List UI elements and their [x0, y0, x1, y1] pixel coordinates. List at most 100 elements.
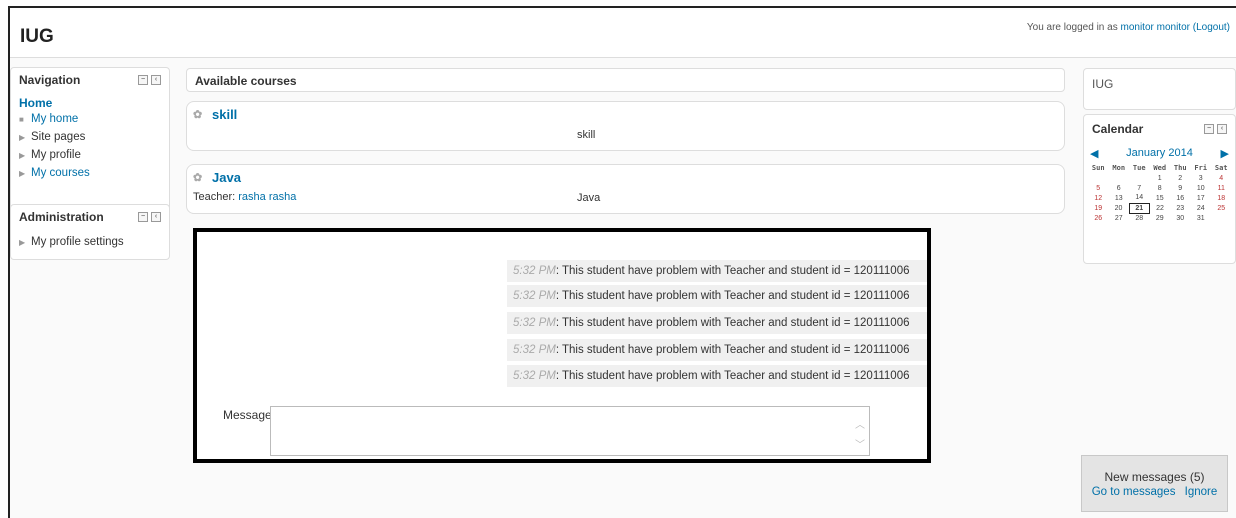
message-text: : This student have problem with Teacher…	[555, 290, 910, 302]
calendar-day[interactable]: 21	[1128, 202, 1150, 214]
new-messages-title: New messages (5)	[1104, 470, 1205, 484]
dock-icon[interactable]: ‹	[151, 75, 161, 85]
page-header: IUG You are logged in as monitor monitor…	[10, 8, 1236, 58]
chat-message: 5:32 PM : This student have problem with…	[507, 339, 927, 361]
calendar-day[interactable]: 4	[1211, 173, 1232, 183]
weekday-header: Mon	[1112, 164, 1126, 172]
login-info: You are logged in as monitor monitor (Lo…	[1027, 22, 1230, 33]
calendar-day[interactable]: 18	[1211, 193, 1232, 203]
calendar-day[interactable]: 15	[1150, 193, 1171, 203]
arrow-right-icon: ▶	[19, 132, 26, 142]
calendar-day[interactable]: 8	[1150, 183, 1171, 193]
site-block: IUG	[1083, 68, 1236, 110]
collapse-icon[interactable]: −	[138, 212, 148, 222]
calendar-day[interactable]: 9	[1170, 183, 1191, 193]
navigation-header: Navigation − ‹	[11, 68, 169, 92]
collapse-icon[interactable]: −	[1204, 124, 1214, 134]
arrow-right-icon: ▶	[19, 237, 26, 247]
arrow-right-icon: ▶	[19, 168, 26, 178]
calendar-day[interactable]: 12	[1088, 193, 1109, 203]
login-prefix: You are logged in as	[1026, 22, 1118, 33]
calendar-nav: ◀ January 2014 ▶	[1084, 147, 1235, 160]
calendar-day[interactable]: 2	[1170, 173, 1191, 183]
chat-message: 5:32 PM : This student have problem with…	[507, 365, 927, 387]
nav-item-my-profile[interactable]: ▶ My profile	[11, 146, 169, 164]
chat-message: 5:32 PM : This student have problem with…	[507, 285, 927, 307]
calendar-day[interactable]: 24	[1191, 203, 1212, 213]
scroll-up-icon[interactable]: ︿	[855, 416, 865, 431]
calendar-empty	[1109, 173, 1130, 183]
calendar-day[interactable]: 14	[1129, 193, 1150, 203]
message-text: : This student have problem with Teacher…	[555, 370, 910, 382]
calendar-day[interactable]: 6	[1109, 183, 1130, 193]
collapse-icon[interactable]: −	[138, 75, 148, 85]
course-link[interactable]: ✿ skill	[193, 107, 237, 122]
calendar-day[interactable]: 5	[1088, 183, 1109, 193]
message-time: 5:32 PM	[513, 370, 556, 382]
user-link[interactable]: monitor monitor	[1121, 22, 1190, 33]
scroll-down-icon[interactable]: ﹀	[855, 436, 865, 451]
next-month-icon[interactable]: ▶	[1221, 147, 1229, 160]
course-box: ✿ skill skill	[186, 101, 1065, 151]
nav-item-my-home[interactable]: ■ My home	[11, 110, 169, 128]
calendar-empty	[1129, 173, 1150, 183]
message-input[interactable]	[270, 406, 870, 456]
calendar-day[interactable]: 23	[1170, 203, 1191, 213]
course-icon: ✿	[193, 171, 203, 184]
message-time: 5:32 PM	[513, 265, 556, 277]
dock-icon[interactable]: ‹	[151, 212, 161, 222]
calendar-day[interactable]: 27	[1109, 213, 1130, 223]
course-teacher: Teacher: rasha rasha	[193, 191, 297, 203]
calendar-day[interactable]: 31	[1191, 213, 1212, 223]
message-text: : This student have problem with Teacher…	[555, 265, 910, 277]
weekday-header: Tue	[1132, 164, 1146, 172]
calendar-day[interactable]: 29	[1150, 213, 1171, 223]
calendar-day[interactable]: 26	[1088, 213, 1109, 223]
calendar-day[interactable]: 28	[1129, 213, 1150, 223]
calendar-day[interactable]: 25	[1211, 203, 1232, 213]
calendar-empty	[1088, 173, 1109, 183]
nav-item-site-pages[interactable]: ▶ Site pages	[11, 128, 169, 146]
weekday-header: Wed	[1153, 164, 1167, 172]
calendar-day[interactable]: 13	[1109, 193, 1130, 203]
chat-message: 5:32 PM : This student have problem with…	[507, 312, 927, 334]
calendar-day[interactable]: 1	[1150, 173, 1171, 183]
calendar-block: Calendar − ‹ ◀ January 2014 ▶ Sun Mon Tue W…	[1083, 114, 1236, 264]
calendar-day[interactable]: 17	[1191, 193, 1212, 203]
new-messages-popup: New messages (5) Go to messages Ignore	[1081, 455, 1228, 512]
calendar-day[interactable]: 10	[1191, 183, 1212, 193]
chat-panel: 5:32 PM : This student have problem with…	[193, 228, 931, 463]
calendar-day[interactable]: 11	[1211, 183, 1232, 193]
navigation-title: Navigation	[19, 73, 81, 87]
weekday-header: Fri	[1194, 164, 1208, 172]
nav-item-my-courses[interactable]: ▶ My courses	[11, 164, 169, 182]
calendar-day[interactable]: 30	[1170, 213, 1191, 223]
nav-item-profile-settings[interactable]: ▶ My profile settings	[11, 233, 169, 251]
site-title[interactable]: IUG	[20, 26, 54, 48]
ignore-link[interactable]: Ignore	[1185, 486, 1218, 498]
go-to-messages-link[interactable]: Go to messages	[1092, 486, 1176, 498]
available-courses-header: Available courses	[186, 68, 1065, 92]
weekday-header: Thu	[1173, 164, 1187, 172]
calendar-title: Calendar	[1092, 122, 1144, 136]
administration-title: Administration	[19, 210, 104, 224]
logout-link[interactable]: (Logout)	[1193, 22, 1230, 33]
course-link[interactable]: ✿ Java	[193, 170, 241, 185]
teacher-link[interactable]: rasha rasha	[238, 191, 296, 203]
nav-home[interactable]: Home	[11, 92, 169, 110]
prev-month-icon[interactable]: ◀	[1090, 147, 1098, 160]
calendar-day[interactable]: 7	[1129, 183, 1150, 193]
calendar-day[interactable]: 16	[1170, 193, 1191, 203]
message-label: Message	[223, 408, 272, 422]
calendar-day[interactable]: 20	[1109, 203, 1130, 213]
calendar-month[interactable]: January 2014	[1126, 147, 1193, 160]
dock-icon[interactable]: ‹	[1217, 124, 1227, 134]
administration-block: Administration − ‹ ▶ My profile settings	[10, 204, 170, 260]
calendar-day[interactable]: 19	[1088, 203, 1109, 213]
calendar-header: Calendar − ‹	[1084, 117, 1235, 141]
calendar-day[interactable]: 22	[1150, 203, 1171, 213]
calendar-day[interactable]: 3	[1191, 173, 1212, 183]
course-summary: skill	[577, 129, 596, 141]
weekday-header: Sat	[1214, 164, 1228, 172]
calendar-empty	[1211, 213, 1232, 223]
